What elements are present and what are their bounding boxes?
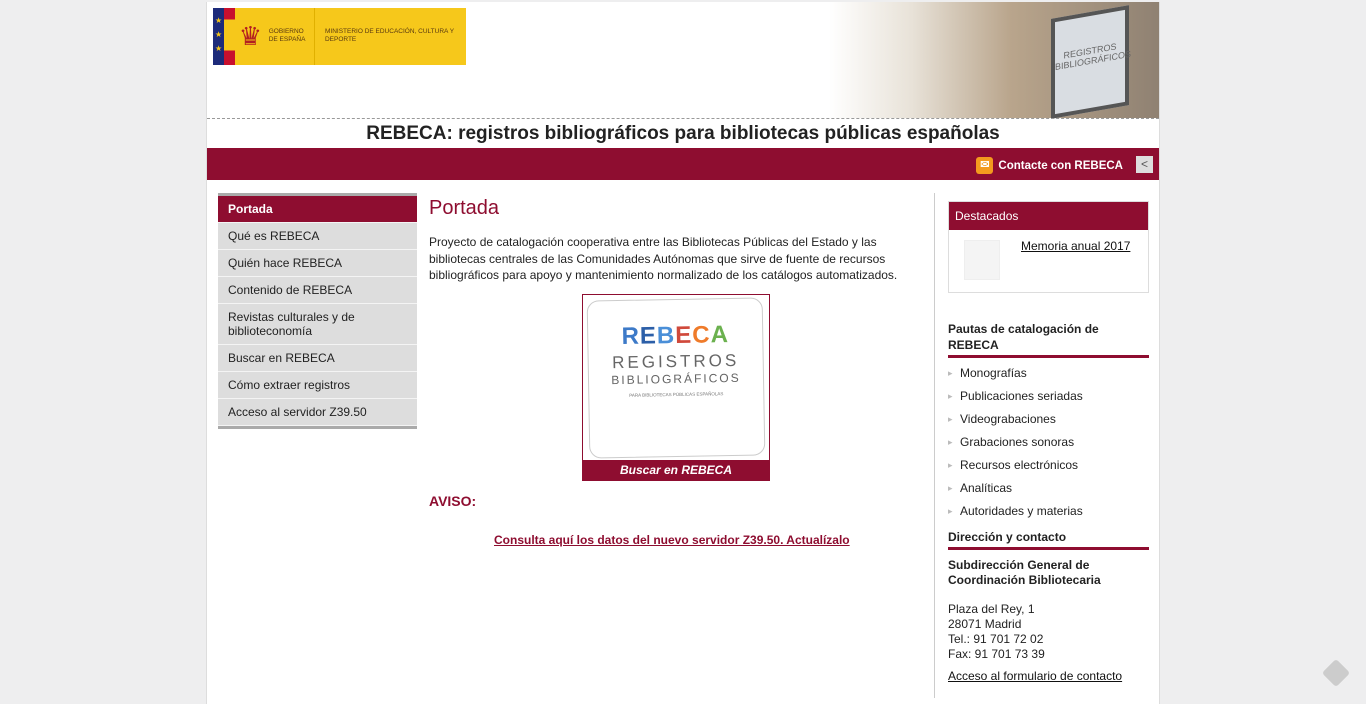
report-thumbnail[interactable]: [964, 240, 1000, 280]
divider: [934, 193, 935, 698]
share-icon[interactable]: <: [1136, 156, 1153, 173]
header-photo: REGISTROS BIBLIOGRÁFICOS: [829, 2, 1159, 119]
page-title: Portada: [429, 197, 500, 219]
logo-letter: R: [621, 322, 641, 350]
pauta-item[interactable]: Monografías: [948, 362, 1149, 385]
logo-letter: E: [675, 321, 693, 350]
eu-flag-icon: ★ ★ ★: [213, 8, 236, 65]
gov-label: GOBIERNO DE ESPAÑA: [268, 28, 306, 43]
pauta-item[interactable]: Publicaciones seriadas: [948, 385, 1149, 408]
pauta-item[interactable]: Analíticas: [948, 477, 1149, 500]
nav-revistas[interactable]: Revistas culturales y de biblioteconomía: [218, 304, 417, 345]
z3950-link[interactable]: Consulta aquí los datos del nuevo servid…: [494, 533, 850, 547]
search-rebeca-button[interactable]: Buscar en REBECA: [583, 460, 769, 480]
contact-form-link[interactable]: Acceso al formulario de contacto: [948, 669, 1149, 684]
nav-contenido[interactable]: Contenido de REBECA: [218, 277, 417, 304]
sidebar-nav: Portada Qué es REBECA Quién hace REBECA …: [218, 193, 417, 429]
rebeca-logo: REBECA REGISTROS BIBLIOGRÁFICOS PARA BIB…: [586, 297, 766, 459]
nav-que-es[interactable]: Qué es REBECA: [218, 223, 417, 250]
nav-quien-hace[interactable]: Quién hace REBECA: [218, 250, 417, 277]
nav-portada[interactable]: Portada: [218, 196, 417, 223]
contact-label: Contacte con REBECA: [998, 159, 1123, 172]
logo-letter: A: [710, 321, 730, 349]
ministry-label: MINISTERIO DE EDUCACIÓN, CULTURA Y DEPOR…: [313, 8, 466, 65]
pautas-list: Monografías Publicaciones seriadas Video…: [948, 362, 1149, 523]
featured-box: Destacados Memoria anual 2017: [948, 201, 1149, 293]
logo-sub: PARA BIBLIOTECAS PÚBLICAS ESPAÑOLAS: [629, 391, 724, 398]
mail-icon: ✉: [976, 157, 994, 174]
contact-heading: Dirección y contacto: [948, 529, 1149, 550]
nav-buscar[interactable]: Buscar en REBECA: [218, 345, 417, 372]
pauta-item[interactable]: Recursos electrónicos: [948, 454, 1149, 477]
logo-letter: E: [639, 322, 658, 350]
top-bar: ✉ Contacte con REBECA <: [207, 148, 1159, 180]
government-logo[interactable]: ★ ★ ★ ♛ GOBIERNO DE ESPAÑA MINISTERIO DE E…: [213, 8, 466, 65]
site-title: REBECA: registros bibliográficos para bi…: [207, 118, 1159, 148]
nav-extraer[interactable]: Cómo extraer registros: [218, 372, 417, 399]
address-line: 28071 Madrid: [948, 617, 1022, 631]
main-content: Portada Proyecto de catalogación coopera…: [429, 197, 919, 547]
featured-heading: Destacados: [949, 202, 1148, 230]
pauta-item[interactable]: Videograbaciones: [948, 408, 1149, 431]
corner-widget-icon[interactable]: [1321, 658, 1351, 688]
pauta-item[interactable]: Grabaciones sonoras: [948, 431, 1149, 454]
logo-letter: B: [656, 322, 676, 350]
nav-z3950[interactable]: Acceso al servidor Z39.50: [218, 399, 417, 426]
intro-text: Proyecto de catalogación cooperativa ent…: [429, 235, 898, 282]
right-sidebar: Destacados Memoria anual 2017 Pautas de …: [948, 201, 1149, 684]
photo-text: REGISTROS BIBLIOGRÁFICOS: [1055, 41, 1132, 73]
pauta-item[interactable]: Autoridades y materias: [948, 500, 1149, 523]
page: ★ ★ ★ ♛ GOBIERNO DE ESPAÑA MINISTERIO DE E…: [206, 2, 1160, 704]
contact-link[interactable]: ✉ Contacte con REBECA: [976, 157, 1123, 174]
memoria-link[interactable]: Memoria anual 2017: [1021, 239, 1130, 253]
logo-biblio: BIBLIOGRÁFICOS: [611, 370, 741, 388]
fax: Fax: 91 701 73 39: [948, 647, 1045, 661]
phone: Tel.: 91 701 72 02: [948, 632, 1044, 646]
address-line: Plaza del Rey, 1: [948, 602, 1035, 616]
logo-letter: C: [692, 321, 711, 349]
search-rebeca-banner[interactable]: REBECA REGISTROS BIBLIOGRÁFICOS PARA BIB…: [582, 294, 770, 481]
org-name: Subdirección General de Coordinación Bib…: [948, 558, 1101, 587]
coat-of-arms-icon: ♛: [238, 21, 263, 51]
address-block: Subdirección General de Coordinación Bib…: [948, 558, 1149, 684]
pautas-heading: Pautas de catalogación de REBECA: [948, 321, 1149, 358]
notice-heading: AVISO:: [429, 493, 477, 509]
